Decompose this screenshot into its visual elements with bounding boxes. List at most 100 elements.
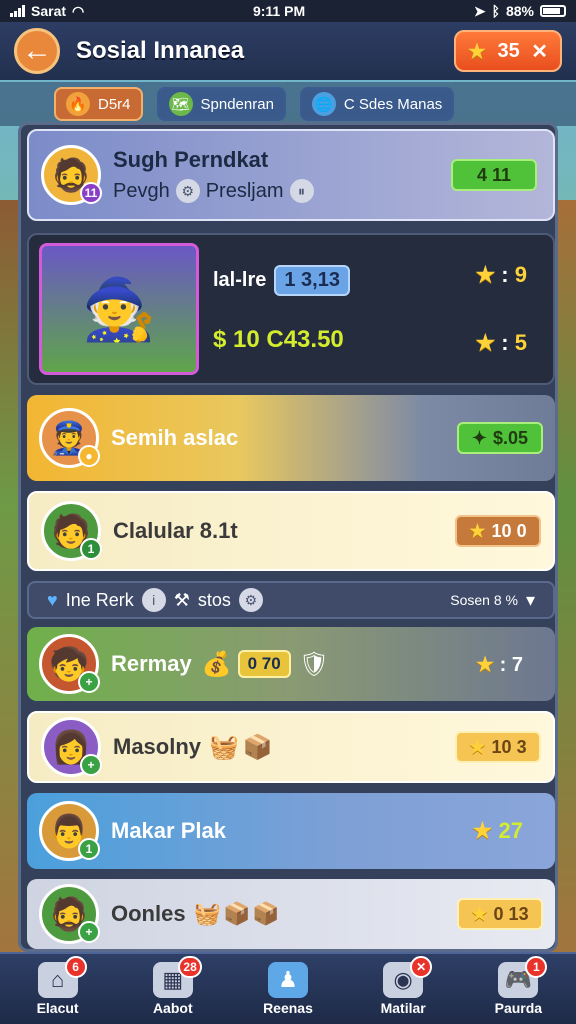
avatar: 🧔 + xyxy=(39,884,100,944)
tab-d5r4[interactable]: 🔥 D5r4 xyxy=(54,87,143,121)
header: ← Sosial Innanea ★ 35 ✕ xyxy=(0,22,576,80)
star-icon: ★ xyxy=(472,818,493,843)
list-item[interactable]: 🧔 + Oonles 🧺 📦 📦 ★ 0 13 xyxy=(27,879,555,949)
filter-tabs: 🔥 D5r4 🗺 Spndenran 🌐 C Sdes Manas xyxy=(0,82,576,126)
featured-chip: 1 3,13 xyxy=(274,264,350,296)
carrier-label: Sarat xyxy=(31,3,67,19)
list-item-value: ★ : 7 xyxy=(476,652,523,677)
tab-label: C Sdes Manas xyxy=(343,95,443,113)
status-left: Sarat ◠ xyxy=(10,3,84,20)
avatar: 👩 + xyxy=(41,717,102,777)
level-badge: 11 xyxy=(80,182,102,204)
nav-item-matilar[interactable]: ◉ ✕ Matilar xyxy=(358,956,448,1016)
clock: 9:11 PM xyxy=(252,3,306,19)
box-icon: 📦 xyxy=(252,901,280,926)
level-badge: 1 xyxy=(78,838,100,860)
sort-bar[interactable]: ♥ Ine Rerk i ⚒ stos ⚙ Sosen 8 % ▾ xyxy=(27,581,555,619)
avatar: 👮 ● xyxy=(39,408,100,468)
back-button[interactable]: ← xyxy=(14,28,60,74)
list-item[interactable]: 🧒 + Rermay 💰 0 70 🛡 ★ : 7 xyxy=(27,627,555,701)
list-item-value: ★ 27 xyxy=(473,818,523,844)
nav-item-paurda[interactable]: 🎮 1 Paurda xyxy=(473,956,563,1016)
avatar: 🧑 1 xyxy=(41,501,102,561)
list-item[interactable]: 👮 ● Semih aslac ✦ $.05 xyxy=(27,395,555,481)
featured-stat-row: lal-lre 1 3,13 xyxy=(213,264,350,296)
notification-badge: 28 xyxy=(178,956,202,978)
fire-icon: 🔥 xyxy=(66,92,90,116)
battery-percent: 88% xyxy=(505,3,534,19)
list-item-value: ★ 10 0 xyxy=(455,515,541,547)
nav-label: Reenas xyxy=(263,1000,313,1016)
bluetooth-icon: ᛒ xyxy=(491,3,500,19)
leaderboard-panel: 🧔 11 Sugh Perndkat Pevgh ⚙ Presljam ⏸ 4 … xyxy=(18,122,558,952)
shield-icon: 🛡 xyxy=(298,650,330,678)
location-icon: ➤ xyxy=(473,2,486,19)
tool-icon: ⚒ xyxy=(173,589,190,610)
close-icon[interactable]: ✕ xyxy=(531,39,548,64)
list-item-name: Makar Plak xyxy=(111,818,226,843)
heart-icon: ♥ xyxy=(47,589,58,610)
info-icon: i xyxy=(141,588,166,612)
list-item-name: Clalular 8.1t xyxy=(113,518,238,543)
globe-icon: 🌐 xyxy=(311,92,336,116)
tab-label: Spndenran xyxy=(200,95,274,113)
chest-icon: 🧺 xyxy=(193,901,221,926)
settings-icon: ⚙ xyxy=(238,588,263,612)
rating-value: 5 xyxy=(514,330,527,355)
star-icon: ★ xyxy=(469,736,486,757)
nav-label: Elacut xyxy=(36,1000,79,1016)
tab-label: D5r4 xyxy=(98,95,131,113)
coin-balance-button[interactable]: ★ 35 ✕ xyxy=(454,30,562,72)
nav-label: Paurda xyxy=(494,1000,543,1016)
list-item-name: Semih aslac xyxy=(111,425,239,450)
list-item-name: Oonles xyxy=(111,901,186,926)
notification-badge: 1 xyxy=(525,956,548,978)
list-item[interactable]: 🧑 1 Clalular 8.1t ★ 10 0 xyxy=(27,491,555,571)
featured-rating-1: ★ : 9 xyxy=(475,262,527,287)
map-icon: 🗺 xyxy=(168,92,193,116)
nav-item-aabot[interactable]: ▦ 28 Aabot xyxy=(128,956,218,1016)
profile-card[interactable]: 🧔 11 Sugh Perndkat Pevgh ⚙ Presljam ⏸ 4 … xyxy=(27,129,555,221)
tab-spndenran[interactable]: 🗺 Spndenran xyxy=(156,87,286,121)
status-bar: Sarat ◠ 9:11 PM ➤ ᛒ 88% xyxy=(0,0,576,22)
featured-stats: lal-lre 1 3,13 $ 10 C43.50 xyxy=(213,264,350,354)
crate-icon: 📦 xyxy=(222,901,251,926)
value-text: $.05 xyxy=(493,427,529,448)
nav-item-reenas[interactable]: ♟ Reenas xyxy=(243,962,333,1016)
plus-badge: + xyxy=(78,921,100,943)
nav-item-elacut[interactable]: ⌂ 6 Elacut xyxy=(13,956,103,1016)
avatar: 🧒 + xyxy=(39,634,100,694)
featured-card[interactable]: 🧙 lal-lre 1 3,13 $ 10 C43.50 ★ : 9 ★ : 5 xyxy=(27,233,555,385)
nav-label: Matilar xyxy=(380,1000,426,1016)
notification-badge: ✕ xyxy=(410,956,433,978)
value-text: 27 xyxy=(498,818,523,843)
value-text: : 7 xyxy=(499,653,523,676)
sort-bar-label: Ine Rerk xyxy=(65,589,134,610)
profile-value: 4 11 xyxy=(451,159,537,191)
featured-label: lal-lre xyxy=(213,268,267,291)
star-icon: ★ xyxy=(475,262,496,287)
star-icon: ★ xyxy=(471,903,488,924)
list-item[interactable]: 👩 + Masolny 🧺 📦 ★ 10 3 xyxy=(27,711,555,783)
coin-icon: ● xyxy=(78,445,100,467)
list-item[interactable]: 👨 1 Makar Plak ★ 27 xyxy=(27,793,555,869)
sort-dropdown[interactable]: Sosen 8 % xyxy=(450,592,518,608)
bottom-nav: ⌂ 6 Elacut ▦ 28 Aabot ♟ Reenas ◉ ✕ Matil… xyxy=(0,952,576,1024)
plus-badge: + xyxy=(78,671,100,693)
nav-label: Aabot xyxy=(152,1000,193,1016)
pawn-icon: ♟ xyxy=(267,962,308,998)
value-text: 10 3 xyxy=(491,736,527,757)
list-item-name: Rermay xyxy=(111,651,192,676)
profile-subline: Pevgh ⚙ Presljam ⏸ xyxy=(101,179,314,203)
page-title: Sosial Innanea xyxy=(76,37,245,64)
status-right: ➤ ᛒ 88% xyxy=(474,3,566,20)
avatar: 👨 1 xyxy=(39,801,100,861)
plus-icon: ✦ xyxy=(471,427,488,448)
arrow-left-icon: ← xyxy=(22,34,52,67)
wifi-icon: ◠ xyxy=(72,2,85,19)
tab-c-sdes-manas[interactable]: 🌐 C Sdes Manas xyxy=(299,87,455,121)
rating-value: 9 xyxy=(514,262,527,287)
list-item-value: ✦ $.05 xyxy=(457,422,543,454)
profile-subtitle: Pevgh xyxy=(113,179,170,202)
value-text: 0 13 xyxy=(493,903,529,924)
